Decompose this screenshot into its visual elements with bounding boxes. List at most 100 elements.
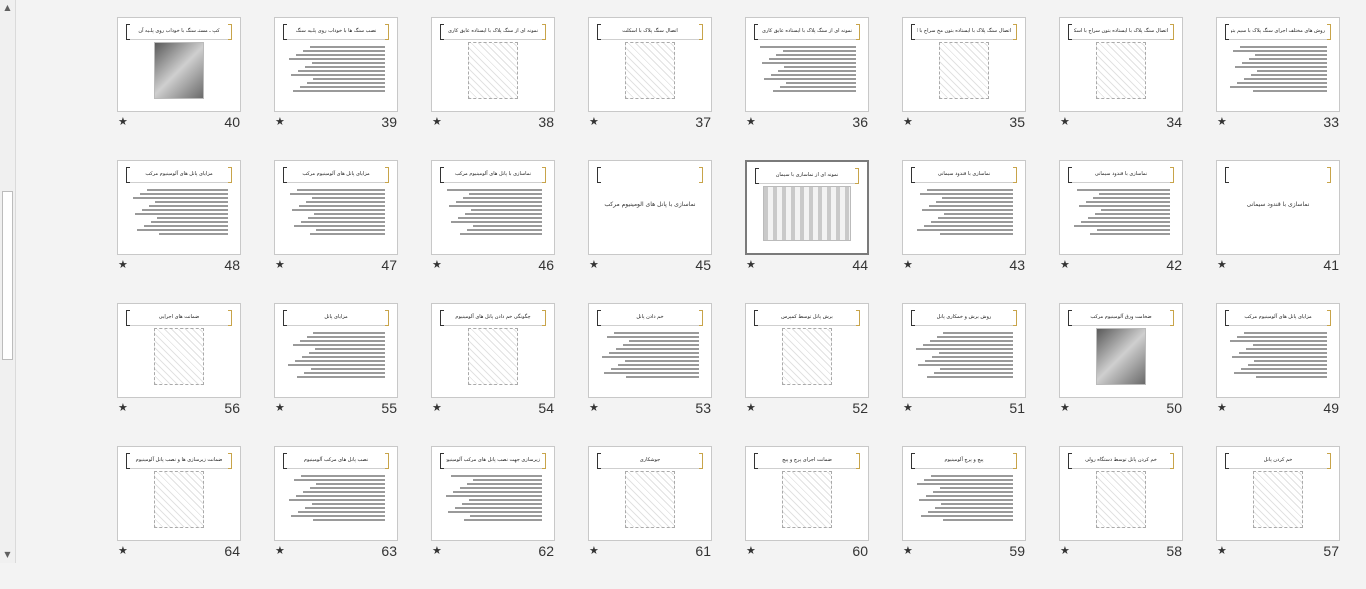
slide-preview[interactable]: خم کردن پانل توسط دستگاه رولی xyxy=(1059,446,1183,541)
slide-bracket-left xyxy=(440,24,444,40)
slide-preview[interactable]: روش برش و خمکاری پانل xyxy=(902,303,1026,398)
slide-image xyxy=(1096,471,1146,528)
slide-thumbnail-item[interactable]: نمونه ای از سنگ پلاک با ایستاده عایق کار… xyxy=(745,17,869,160)
slide-title: ضمانت زیرسازی ها و نصب پانل آلومینیوم xyxy=(135,457,223,463)
slide-thumbnail-item[interactable]: جوشکاری ★ 61 xyxy=(588,446,712,589)
slide-preview[interactable]: مزایای پانل xyxy=(274,303,398,398)
slide-title: نصب سنگ ها با خوداب روی پلـیه سنگ xyxy=(295,28,377,34)
slide-bracket-right xyxy=(1170,24,1174,40)
slide-bracket-right xyxy=(1013,167,1017,183)
slide-preview[interactable]: کپ ـ مستـ سنگ با خوداب روی پلـیه آن xyxy=(117,17,241,112)
slide-preview[interactable]: ضمانت های اجرایی xyxy=(117,303,241,398)
slide-preview[interactable]: نماسازی با قندود سیمانی xyxy=(1059,160,1183,255)
slide-preview[interactable]: نماسازی با پانل های آلومینیوم مرکب xyxy=(431,160,555,255)
slide-bracket-left xyxy=(1068,453,1072,469)
slide-preview[interactable]: ضمانت زیرسازی ها و نصب پانل آلومینیوم xyxy=(117,446,241,541)
scroll-down-arrow-icon[interactable]: ▼ xyxy=(0,547,15,563)
slide-preview[interactable]: جوشکاری xyxy=(588,446,712,541)
slide-preview[interactable]: مزایای پانل های آلومینیوم مرکب xyxy=(274,160,398,255)
slide-preview[interactable]: نصب پانل های مرکب آلومینیوم xyxy=(274,446,398,541)
slide-thumbnail-item[interactable]: زیرسازی جهت نصب پانل های مرکب آلومینیوم ★… xyxy=(431,446,555,589)
slide-thumbnail-item[interactable]: روش های مختلف اجرای سنگ پلاک با سیم بتون… xyxy=(1216,17,1340,160)
slide-number: 57 xyxy=(1323,543,1339,559)
slide-preview[interactable]: نمونه ای از نماسازی با سیمان xyxy=(745,160,869,255)
slide-preview[interactable]: روش های مختلف اجرای سنگ پلاک با سیم بتون xyxy=(1216,17,1340,112)
slide-thumbnail-item[interactable]: چگونگی خم دادن پانل های آلومینیوم ★ 54 xyxy=(431,303,555,446)
slide-bracket-left xyxy=(911,453,915,469)
slide-preview[interactable]: خم کردن پانل xyxy=(1216,446,1340,541)
slide-star-icon: ★ xyxy=(746,401,756,414)
slide-preview[interactable]: ضخامت ورق آلومینیوم مرکب xyxy=(1059,303,1183,398)
slide-thumbnail-item[interactable]: نماسازی با پانل های آلومینیوم مرکب ★ 46 xyxy=(431,160,555,303)
slide-thumbnail-item[interactable]: ضمانت زیرسازی ها و نصب پانل آلومینیوم ★ 64 xyxy=(117,446,241,589)
slide-bracket-right xyxy=(1013,310,1017,326)
slide-thumbnail-item[interactable]: مزایای پانل های آلومینیوم مرکب ★ 48 xyxy=(117,160,241,303)
slide-thumbnail-item[interactable]: ضمانت اجرای پرچ و پیچ ★ 60 xyxy=(745,446,869,589)
slide-thumbnail-item[interactable]: خم کردن پانل ★ 57 xyxy=(1216,446,1340,589)
slide-preview[interactable]: نمونه ای از سنگ پلاک با ایستاده عایق کار… xyxy=(745,17,869,112)
slide-number: 45 xyxy=(695,257,711,273)
slide-thumbnail-item[interactable]: نمونه ای از نماسازی با سیمان ★ 44 xyxy=(745,160,869,303)
slide-bracket-left xyxy=(283,167,287,183)
slide-number: 58 xyxy=(1166,543,1182,559)
slide-star-icon: ★ xyxy=(589,544,599,557)
slide-number: 34 xyxy=(1166,114,1182,130)
scrollbar-thumb[interactable] xyxy=(2,191,13,360)
slide-thumbnail-item[interactable]: اتصال سنگ پلاک با ایستاده بتون مخ سراج ب… xyxy=(902,17,1026,160)
slide-thumbnail-item[interactable]: مزایای پانل ★ 55 xyxy=(274,303,398,446)
slide-body-text xyxy=(915,475,1013,523)
slide-title: روش برش و خمکاری پانل xyxy=(936,314,992,320)
slide-thumbnail-item[interactable]: اتصال سنگ پلاک با اسکلت ★ 37 xyxy=(588,17,712,160)
slide-preview[interactable]: برش پانل توسط کمپرس xyxy=(745,303,869,398)
slide-thumbnail-item[interactable]: نصب سنگ ها با خوداب روی پلـیه سنگ ★ 39 xyxy=(274,17,398,160)
slide-preview[interactable]: ضمانت اجرای پرچ و پیچ xyxy=(745,446,869,541)
slide-star-icon: ★ xyxy=(432,258,442,271)
slide-title-rule xyxy=(444,182,542,183)
slide-thumbnail-item[interactable]: نماسازی با قندود سیمانی ★ 42 xyxy=(1059,160,1183,303)
slide-thumbnail-item[interactable]: خم کردن پانل توسط دستگاه رولی ★ 58 xyxy=(1059,446,1183,589)
slide-preview[interactable]: نماسازی با پانل های آلومینیوم مرکب xyxy=(588,160,712,255)
slide-thumbnail-item[interactable]: کپ ـ مستـ سنگ با خوداب روی پلـیه آن ★ 40 xyxy=(117,17,241,160)
slide-thumbnail-item[interactable]: ضخامت ورق آلومینیوم مرکب ★ 50 xyxy=(1059,303,1183,446)
slide-title-rule xyxy=(287,39,385,40)
slide-preview[interactable]: اتصال سنگ پلاک با ایستاده بتون سراج با ا… xyxy=(1059,17,1183,112)
slide-title-rule xyxy=(601,468,699,469)
slide-preview[interactable]: اتصال سنگ پلاک با اسکلت xyxy=(588,17,712,112)
slide-preview[interactable]: نصب سنگ ها با خوداب روی پلـیه سنگ xyxy=(274,17,398,112)
slide-preview[interactable]: نماسازی با قندود سیمانی xyxy=(1216,160,1340,255)
slide-thumbnail-item[interactable]: روش برش و خمکاری پانل ★ 51 xyxy=(902,303,1026,446)
slide-thumbnail-item[interactable]: پیچ و پرچ آلومینیوم ★ 59 xyxy=(902,446,1026,589)
slide-preview[interactable]: اتصال سنگ پلاک با ایستاده بتون مخ سراج ب… xyxy=(902,17,1026,112)
slide-thumbnail-item[interactable]: مزایای پانل های آلومینیوم مرکب ★ 47 xyxy=(274,160,398,303)
slide-thumbnail-item[interactable]: ضمانت های اجرایی ★ 56 xyxy=(117,303,241,446)
slide-thumbnail-item[interactable]: خم دادن پانل ★ 53 xyxy=(588,303,712,446)
slide-thumbnail-item[interactable]: نماسازی با پانل های آلومینیوم مرکب ★ 45 xyxy=(588,160,712,303)
slide-thumbnail-item[interactable]: مزایای پانل های آلومینیوم مرکب ★ 49 xyxy=(1216,303,1340,446)
slide-thumbnail-item[interactable]: نمونه ای از سنگ پلاک با ایستاده عایق کار… xyxy=(431,17,555,160)
slide-bracket-right xyxy=(542,167,546,183)
slide-thumbnail-item[interactable]: نصب پانل های مرکب آلومینیوم ★ 63 xyxy=(274,446,398,589)
slide-bracket-left xyxy=(126,453,130,469)
slide-bracket-right xyxy=(542,453,546,469)
slide-number: 39 xyxy=(381,114,397,130)
slide-thumbnail-item[interactable]: نماسازی با قندود سیمانی ★ 43 xyxy=(902,160,1026,303)
slide-preview[interactable]: خم دادن پانل xyxy=(588,303,712,398)
slide-bracket-left xyxy=(1225,24,1229,40)
slide-preview[interactable]: مزایای پانل های آلومینیوم مرکب xyxy=(117,160,241,255)
slide-body-text xyxy=(130,189,228,237)
slide-number: 40 xyxy=(224,114,240,130)
slide-preview[interactable]: زیرسازی جهت نصب پانل های مرکب آلومینیوم xyxy=(431,446,555,541)
slide-number: 64 xyxy=(224,543,240,559)
slide-body-text xyxy=(601,332,699,380)
slide-preview[interactable]: پیچ و پرچ آلومینیوم xyxy=(902,446,1026,541)
slide-thumbnail-item[interactable]: برش پانل توسط کمپرس ★ 52 xyxy=(745,303,869,446)
slide-preview[interactable]: نماسازی با قندود سیمانی xyxy=(902,160,1026,255)
slide-body-text xyxy=(915,332,1013,380)
vertical-scrollbar[interactable]: ▲ ▼ xyxy=(0,0,16,563)
slide-preview[interactable]: چگونگی خم دادن پانل های آلومینیوم xyxy=(431,303,555,398)
slide-thumbnail-item[interactable]: اتصال سنگ پلاک با ایستاده بتون سراج با ا… xyxy=(1059,17,1183,160)
slide-preview[interactable]: مزایای پانل های آلومینیوم مرکب xyxy=(1216,303,1340,398)
slide-preview[interactable]: نمونه ای از سنگ پلاک با ایستاده عایق کار… xyxy=(431,17,555,112)
slide-thumbnail-item[interactable]: نماسازی با قندود سیمانی ★ 41 xyxy=(1216,160,1340,303)
scroll-up-arrow-icon[interactable]: ▲ xyxy=(0,0,15,16)
